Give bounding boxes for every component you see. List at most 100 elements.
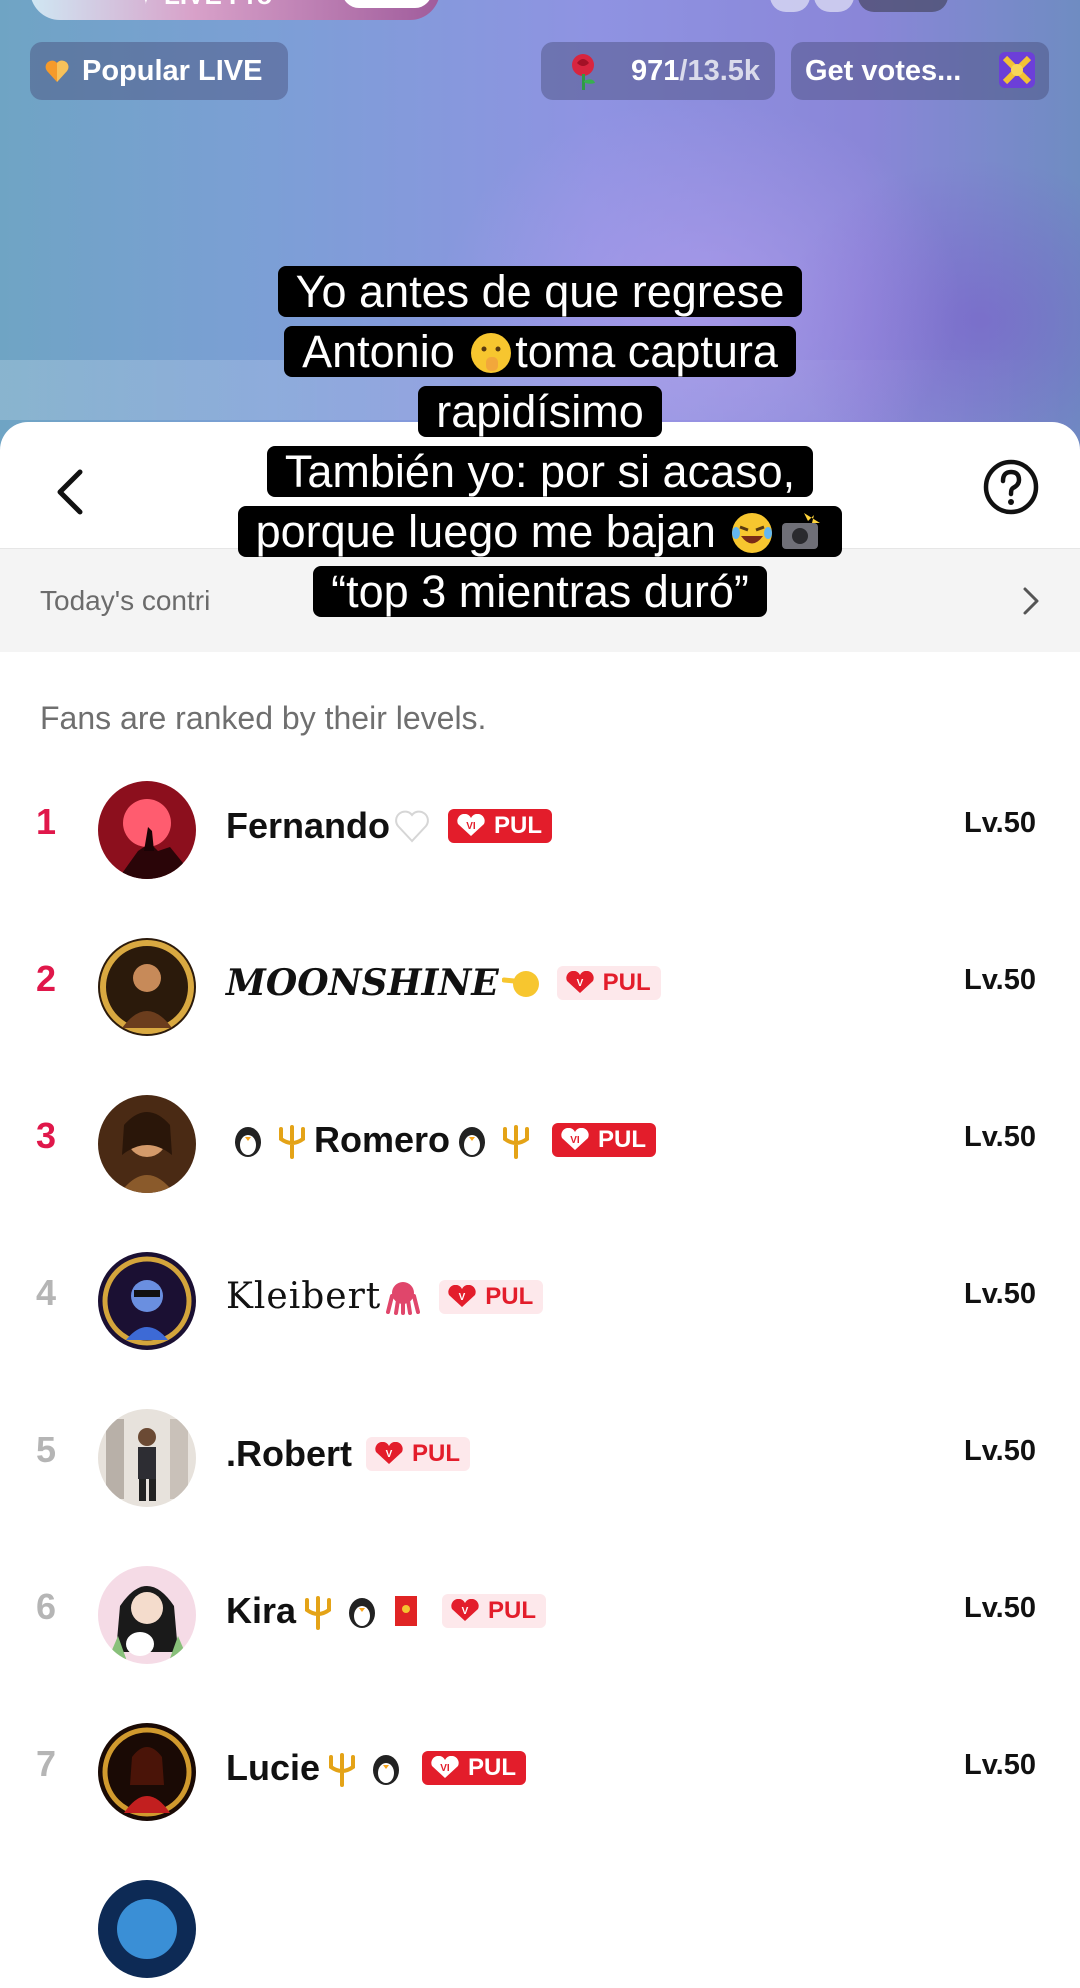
avatar[interactable]	[98, 1723, 196, 1821]
caption-line: Yo antes de que regrese	[277, 266, 803, 317]
avatar[interactable]	[98, 1409, 196, 1507]
pul-badge-label: PUL	[494, 812, 543, 839]
pul-badge: V PUL	[439, 1279, 544, 1314]
host-info-strip[interactable]: ✦ LIVE Pro	[30, 0, 440, 20]
viewer-avatars[interactable]	[770, 0, 980, 12]
octopus-icon	[386, 1281, 421, 1315]
fan-row[interactable]: 3 Romero VI PUL Lv.50	[0, 1083, 1080, 1203]
rank-number: 5	[36, 1429, 57, 1470]
fan-ranking-sheet: Today's contri Fans are ranked by their …	[0, 422, 1080, 1978]
rank-number: 3	[36, 1115, 57, 1156]
fan-row[interactable]: 7 Lucie VI PUL Lv.50	[0, 1711, 1080, 1831]
pul-badge: VI PUL	[552, 1123, 657, 1157]
get-votes-label: Get votes...	[805, 54, 962, 87]
ranking-note: Fans are ranked by their levels.	[40, 700, 487, 736]
fan-name: .Robert V PUL	[226, 1433, 470, 1475]
fan-row[interactable]: 4 Kleibert V PUL Lv.50	[0, 1240, 1080, 1360]
fan-name-text: Kleibert	[226, 1276, 382, 1317]
svg-text:V: V	[576, 978, 583, 989]
avatar[interactable]	[98, 938, 196, 1036]
fan-row[interactable]: 6 Kira V PUL Lv.50	[0, 1554, 1080, 1674]
host-follow-pill[interactable]	[342, 0, 432, 8]
avatar[interactable]	[98, 1095, 196, 1193]
camera-flash-icon	[782, 513, 821, 549]
rank-number: 2	[36, 958, 57, 999]
penguin-icon	[349, 1598, 376, 1628]
shushing-face-icon	[471, 333, 512, 373]
pul-badge: V PUL	[556, 966, 661, 1000]
laughing-face-icon	[732, 513, 773, 553]
penguin-icon	[373, 1755, 400, 1785]
votes-chip[interactable]: 971/13.5k	[541, 42, 775, 100]
fan-name: Kleibert V PUL	[226, 1276, 544, 1317]
fan-level: Lv.50	[963, 807, 1036, 839]
svg-text:VI: VI	[570, 1135, 580, 1146]
fan-level: Lv.50	[963, 964, 1036, 996]
live-pro-badge: ✦ LIVE Pro	[135, 0, 272, 11]
caption-line: También yo: por si acaso,	[266, 446, 814, 497]
votes-total: /13.5k	[679, 54, 761, 87]
trident-icon	[305, 1596, 332, 1630]
fan-level: Lv.50	[963, 1592, 1036, 1624]
fan-name: Kira V PUL	[226, 1590, 547, 1632]
red-envelope-icon	[395, 1596, 418, 1626]
pul-badge-label: PUL	[488, 1597, 537, 1624]
vip-heart-icon: VI	[457, 814, 485, 836]
caption-text: Antonio	[302, 326, 455, 377]
fan-name-text: Fernando	[226, 805, 391, 846]
fan-row[interactable]: 2 MOONSHINE V PUL Lv.50	[0, 926, 1080, 1046]
pul-badge-label: PUL	[412, 1440, 460, 1467]
heart-icon	[45, 60, 69, 82]
fan-name: Lucie VI PUL	[226, 1747, 527, 1789]
vip-heart-icon: V	[566, 971, 594, 993]
fan-name: Romero VI PUL	[226, 1119, 657, 1161]
avatar[interactable]	[98, 1252, 196, 1350]
caption-text: toma captura	[515, 326, 778, 377]
fan-level: Lv.50	[963, 1749, 1036, 1781]
svg-text:V: V	[459, 1292, 466, 1303]
caption-line: rapidísimo	[418, 386, 662, 437]
pul-badge: VI PUL	[448, 809, 553, 843]
svg-text:VI: VI	[440, 1763, 450, 1774]
popular-live-chip[interactable]: Popular LIVE	[30, 42, 288, 100]
avatar[interactable]	[98, 1880, 196, 1978]
trident-icon	[329, 1753, 356, 1787]
viewer-avatar	[770, 0, 810, 12]
pul-badge-label: PUL	[602, 969, 651, 996]
fan-row[interactable]: 5 .Robert V PUL Lv.50	[0, 1397, 1080, 1517]
viewer-count-pill[interactable]	[858, 0, 948, 12]
rank-number: 7	[36, 1743, 57, 1784]
votes-current: 971	[631, 54, 680, 87]
rank-number: 6	[36, 1586, 57, 1627]
fan-row[interactable]	[0, 1868, 1080, 1988]
fan-level: Lv.50	[963, 1278, 1036, 1310]
pul-badge: V PUL	[366, 1437, 470, 1471]
viewer-avatar	[814, 0, 854, 12]
avatar[interactable]	[98, 781, 196, 879]
pul-badge: VI PUL	[422, 1751, 527, 1785]
caption-line-with-emoji: Antonio toma captura	[284, 326, 796, 377]
vip-heart-icon: V	[375, 1442, 403, 1464]
fan-name-text: Romero	[314, 1119, 451, 1160]
fan-name-text: MOONSHINE	[226, 962, 499, 1004]
vip-heart-icon: VI	[431, 1756, 459, 1778]
pul-badge-label: PUL	[485, 1282, 534, 1310]
fan-row[interactable]: 1 Fernando VI PUL Lv.50	[0, 769, 1080, 889]
caption-text: porque luego me bajan	[255, 506, 716, 557]
white-heart-icon	[395, 810, 429, 843]
get-votes-chip[interactable]: Get votes...	[791, 42, 1049, 100]
svg-text:V: V	[462, 1606, 469, 1617]
video-caption: Yo antes de que regrese Antonio toma cap…	[0, 262, 1080, 622]
popular-live-label: Popular LIVE	[82, 54, 263, 87]
fan-name: Fernando VI PUL	[226, 805, 553, 847]
avatar[interactable]	[98, 1566, 196, 1664]
rank-number: 1	[36, 801, 57, 842]
trident-icon	[279, 1125, 305, 1159]
svg-text:V: V	[386, 1449, 393, 1460]
trident-icon	[503, 1125, 530, 1159]
vip-heart-icon: VI	[561, 1128, 589, 1150]
caption-line-with-emoji: porque luego me bajan	[237, 506, 843, 557]
fan-name: MOONSHINE V PUL	[226, 962, 661, 1004]
rank-number: 4	[36, 1272, 57, 1313]
fan-level: Lv.50	[963, 1121, 1036, 1153]
